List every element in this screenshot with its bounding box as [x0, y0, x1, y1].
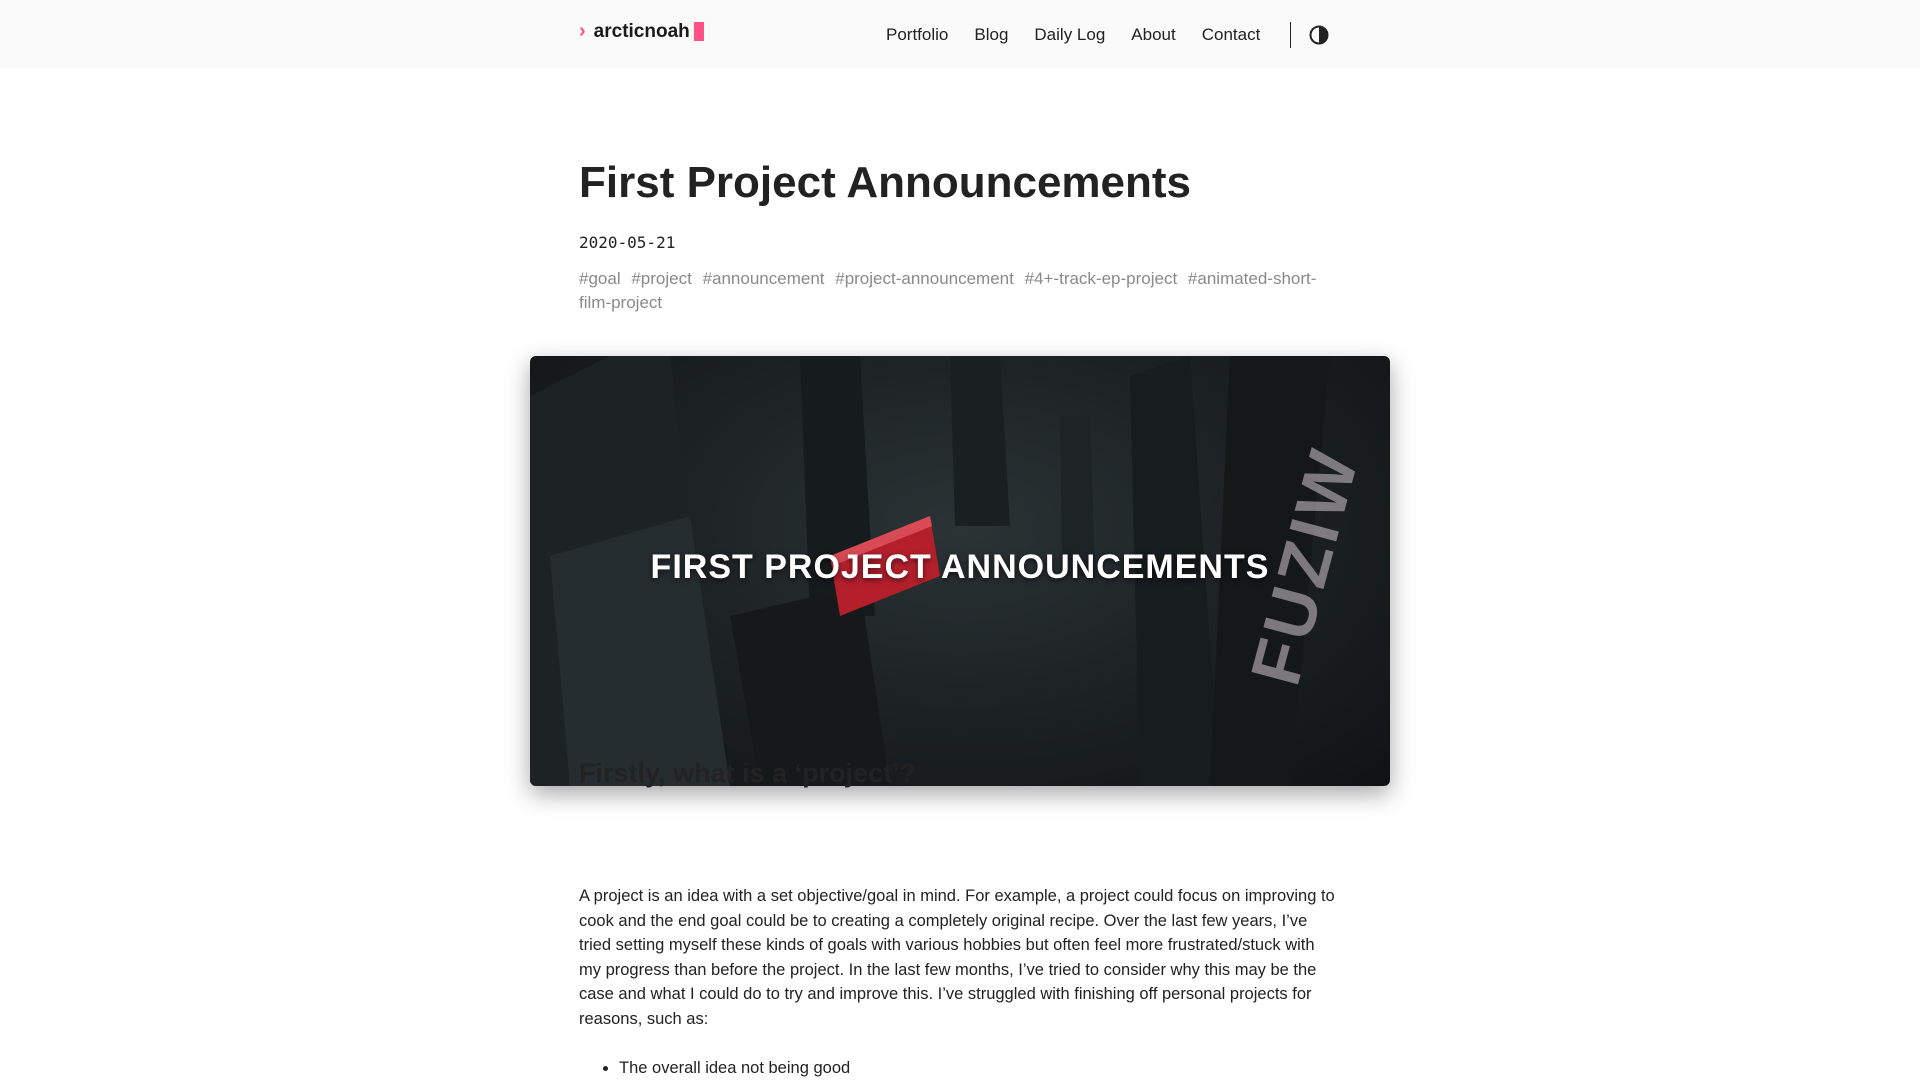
site-header: › arcticnoah Portfolio Blog Daily Log Ab… — [0, 0, 1920, 68]
nav-blog[interactable]: Blog — [974, 25, 1008, 45]
nav-daily-log[interactable]: Daily Log — [1034, 25, 1105, 45]
site-logo[interactable]: › arcticnoah — [579, 20, 704, 43]
tag-link[interactable]: #goal — [579, 269, 621, 288]
tag-link[interactable]: #announcement — [703, 269, 825, 288]
nav-portfolio[interactable]: Portfolio — [886, 25, 948, 45]
post-date: 2020-05-21 — [579, 233, 676, 252]
nav-contact[interactable]: Contact — [1202, 25, 1261, 45]
post-tags: #goal #project #announcement #project-an… — [579, 267, 1319, 315]
post-title: First Project Announcements — [579, 158, 1192, 207]
tag-link[interactable]: #4+-track-ep-project — [1025, 269, 1178, 288]
logo-text: arcticnoah — [593, 20, 690, 42]
contrast-icon[interactable] — [1309, 25, 1329, 45]
nav-divider — [1290, 22, 1292, 48]
chevron-right-icon: › — [579, 20, 586, 42]
list-item: The overall idea not being good — [619, 1056, 850, 1080]
section-heading: Firstly, what is a ‘project’? — [579, 758, 917, 788]
tag-link[interactable]: #project — [631, 269, 691, 288]
post-paragraph: A project is an idea with a set objectiv… — [579, 887, 1335, 1028]
main-nav: Portfolio Blog Daily Log About Contact — [886, 22, 1329, 48]
tag-link[interactable]: #project-announcement — [835, 269, 1014, 288]
cursor-block-icon — [693, 22, 704, 41]
hero-image: FIRST PROJECT ANNOUNCEMENTS FUZIW — [530, 356, 1390, 786]
post-bullet-list: The overall idea not being good — [579, 1056, 850, 1080]
nav-about[interactable]: About — [1131, 25, 1175, 45]
